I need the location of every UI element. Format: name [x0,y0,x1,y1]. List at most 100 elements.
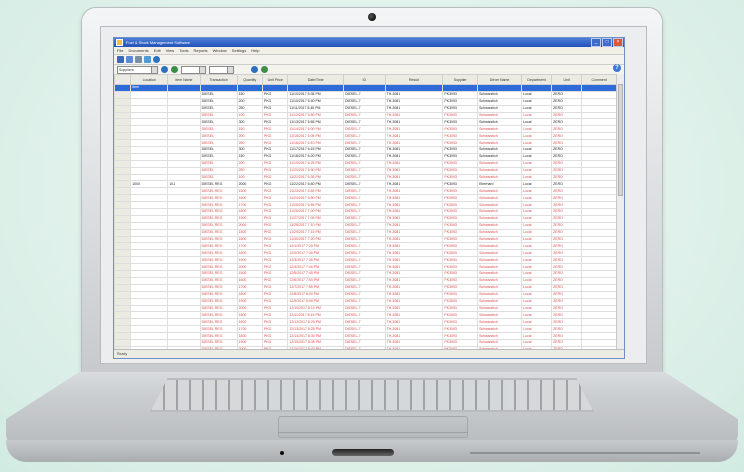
row-header[interactable] [114,283,132,292]
table-row[interactable]: DIESEL REG 1700 PKG 11/25/2017 6:55 PM DIESE… [114,201,617,210]
table-row[interactable]: DIESEL 100 PKG 11/12/2017 5:50 PM DIESEL-7 TH… [114,111,617,120]
row-header[interactable] [114,194,132,203]
column-header[interactable]: Date/Time [287,74,344,85]
row-header[interactable] [114,187,132,196]
table-row[interactable]: DIESEL 200 PKG 11/15/2017 6:05 PM DIESEL-7 TH… [114,132,617,141]
column-header[interactable]: Department [521,74,553,85]
row-header[interactable] [114,132,132,141]
filter-icon[interactable] [171,66,178,73]
table-row[interactable]: DIESEL REG 2000 PKG 11/28/2017 7:10 PM DIESE… [114,221,617,230]
table-row[interactable]: DIESEL REG 1500 PKG 11/29/2017 7:15 PM DIESE… [114,228,617,237]
help-icon[interactable]: ? [613,64,621,72]
row-header[interactable] [114,104,132,113]
column-header[interactable]: ID [342,74,386,85]
table-row[interactable]: DIESEL REG 1900 PKG 11/27/2017 7:05 PM DIESE… [114,214,617,223]
printer-icon[interactable] [135,56,142,63]
row-header[interactable] [114,118,132,127]
menu-item-help[interactable]: Help [251,48,259,53]
row-header[interactable] [114,290,132,299]
table-row[interactable]: DIESEL 150 PKG 11/10/2017 5:35 PM DIESEL-7 TH… [114,90,617,99]
table-row[interactable]: DIESEL 250 PKG 11/16/2017 6:10 PM DIESEL-7 TH… [114,139,617,148]
chevron-down-icon[interactable] [227,66,233,73]
table-row[interactable]: DIESEL REG 1900 PKG 12/3/2017 7:35 PM DIESEL… [114,256,617,265]
row-header[interactable] [114,242,132,251]
column-header[interactable]: Comment [581,74,617,85]
row-header[interactable] [114,97,132,106]
row-header[interactable] [114,166,132,175]
table-row[interactable]: DIESEL REG 1800 PKG 12/8/2017 8:00 PM DIESEL… [114,290,617,299]
row-header[interactable] [114,90,132,99]
row-header[interactable] [114,263,132,272]
table-row[interactable]: DIESEL REG 1900 PKG 12/9/2017 8:05 PM DIESEL… [114,297,617,306]
row-header[interactable] [114,338,132,347]
menu-item-window[interactable]: Window [213,48,227,53]
row-header[interactable] [114,270,132,278]
table-row[interactable]: DIESEL REG 1900 PKG 12/15/2017 8:35 PM DIESE… [114,338,617,347]
table-row[interactable]: DIESEL 300 PKG 11/17/2017 6:15 PM DIESEL-7 TH… [114,146,617,154]
row-header[interactable] [114,249,132,258]
row-header[interactable] [114,318,132,327]
table-row[interactable]: DIESEL 200 PKG 11/10/2017 5:40 PM DIESEL-7 TH… [114,97,617,106]
row-header[interactable] [114,214,132,223]
table-row[interactable]: DIESEL REG 1700 PKG 12/7/2017 7:55 PM DIESEL… [114,283,617,292]
row-header[interactable] [114,152,132,161]
menu-item-view[interactable]: View [166,48,175,53]
row-header[interactable] [114,304,132,313]
menu-item-settings[interactable]: Settings [232,48,246,53]
table-row[interactable]: DIESEL REG 1800 PKG 12/2/2017 7:30 PM DIESEL… [114,249,617,258]
table-row[interactable]: 1000 101 DIESEL REG 2000 PKG 11/22/2017 6:40 … [114,180,617,189]
row-header[interactable] [114,297,132,306]
vertical-scrollbar[interactable] [616,74,624,350]
column-header[interactable]: Transaction [199,74,238,85]
table-row[interactable]: DIESEL 300 PKG 11/13/2017 5:55 PM DIESEL-7 TH… [114,118,617,127]
menu-item-tools[interactable]: Tools [179,48,188,53]
table-row[interactable]: DIESEL REG 1700 PKG 12/1/2017 7:25 PM DIESEL… [114,242,617,251]
column-header[interactable]: Unit Price [261,74,289,85]
apply-filter-icon[interactable] [251,66,258,73]
row-header[interactable] [114,228,132,237]
table-row[interactable]: DIESEL REG 1600 PKG 12/12/2017 8:20 PM DIESE… [114,318,617,327]
minimize-button[interactable]: _ [591,38,601,47]
to-combo[interactable] [209,65,234,74]
supplier-combo[interactable]: Suppliers [117,65,158,74]
clock-icon[interactable] [153,56,160,63]
row-header[interactable] [114,311,132,320]
table-row[interactable]: DIESEL REG 1600 PKG 11/30/2017 7:20 PM DIESE… [114,235,617,244]
table-row[interactable]: DIESEL 250 PKG 11/20/2017 6:30 PM DIESEL-7 TH… [114,166,617,175]
row-header[interactable] [114,201,132,210]
chevron-down-icon[interactable] [199,66,205,73]
row-header[interactable] [114,221,132,230]
row-header[interactable] [114,125,132,134]
row-header[interactable] [114,139,132,148]
menu-item-reports[interactable]: Reports [194,48,208,53]
table-row[interactable]: DIESEL REG 1800 PKG 12/14/2017 8:30 PM DIESE… [114,332,617,340]
table-row[interactable]: DIESEL REG 2000 PKG 12/4/2017 7:40 PM DIESEL… [114,263,617,272]
grid-icon[interactable] [117,56,124,63]
close-button[interactable]: × [613,38,623,47]
row-header[interactable] [114,256,132,265]
table-row[interactable]: DIESEL 150 PKG 11/18/2017 6:20 PM DIESEL-7 TH… [114,152,617,161]
scroll-thumb[interactable] [618,84,623,196]
table-row[interactable]: DIESEL REG 1600 PKG 12/6/2017 7:50 PM DIESEL… [114,276,617,285]
maximize-button[interactable]: □ [602,38,612,47]
column-header[interactable]: Result [384,74,444,85]
menu-item-documents[interactable]: Documents [128,48,148,53]
refresh-icon[interactable] [144,56,151,63]
table-row[interactable]: DIESEL REG 1500 PKG 12/11/2017 8:15 PM DIESE… [114,311,617,320]
table-row[interactable]: DIESEL REG 1500 PKG 12/5/2017 7:45 PM DIESEL… [114,270,617,278]
row-header[interactable] [114,84,132,92]
title-bar[interactable]: Fuel & Stock Management Software _ □ × [114,38,624,47]
table-row[interactable]: DIESEL 100 PKG 11/21/2017 6:35 PM DIESEL-7 TH… [114,173,617,182]
from-combo[interactable] [181,65,206,74]
row-header[interactable] [114,276,132,285]
table-row[interactable]: Item [114,84,617,92]
export-icon[interactable] [261,66,268,73]
table-row[interactable]: DIESEL REG 1600 PKG 11/24/2017 6:50 PM DIESE… [114,194,617,203]
table-row[interactable]: DIESEL REG 1500 PKG 11/23/2017 6:45 PM DIESE… [114,187,617,196]
column-header[interactable]: Quantity [236,74,264,85]
row-header[interactable] [114,111,132,120]
chevron-down-icon[interactable] [151,66,157,73]
column-header[interactable]: Location [130,74,169,85]
row-header[interactable] [114,332,132,340]
table-row[interactable]: DIESEL REG 1700 PKG 12/13/2017 8:25 PM DIESE… [114,325,617,334]
